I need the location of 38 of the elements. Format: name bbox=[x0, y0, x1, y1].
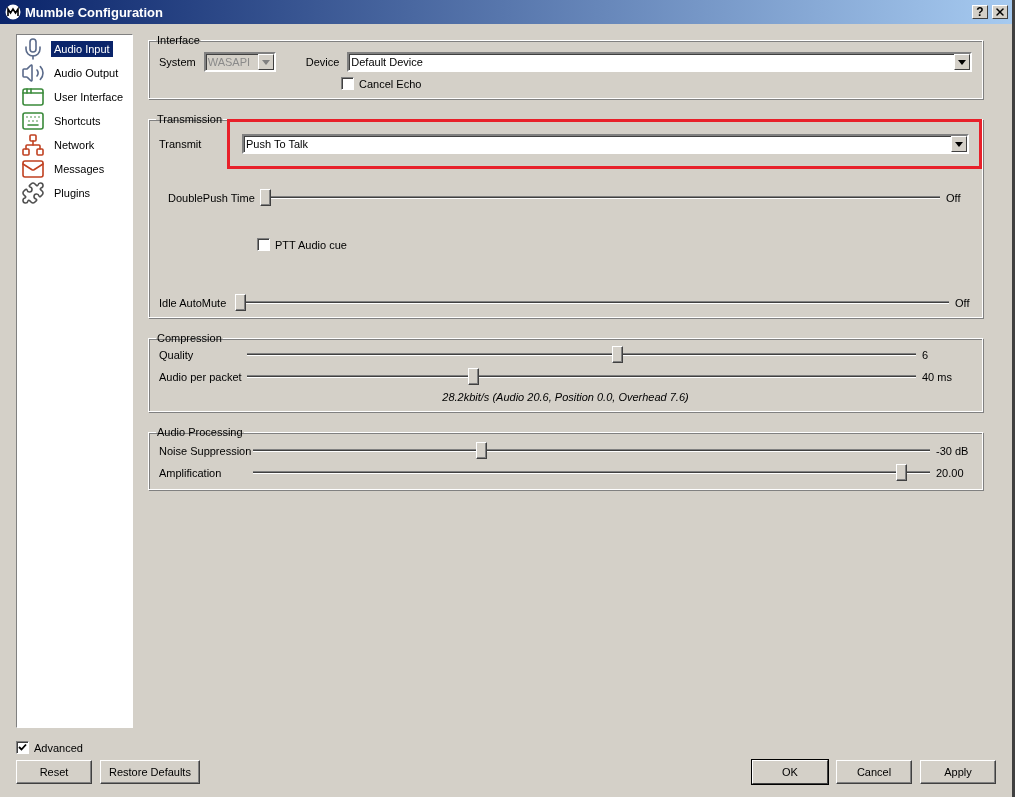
dialog-button[interactable]: Cancel bbox=[836, 760, 912, 784]
bitrate-text: 28.2kbit/s (Audio 20.6, Position 0.0, Overhead 7.6) bbox=[441, 391, 690, 403]
checkbox-label: Advanced bbox=[34, 741, 83, 754]
dropdown[interactable]: Push To Talk bbox=[242, 134, 969, 154]
slider-value: 20.00 bbox=[936, 466, 965, 479]
slider-value: 40 ms bbox=[922, 370, 953, 383]
dialog-button[interactable]: Apply bbox=[920, 760, 996, 784]
checkbox-label: PTT Audio cue bbox=[275, 238, 347, 251]
dropdown[interactable]: Default Device bbox=[347, 52, 972, 72]
sidebar-item[interactable]: Audio Input bbox=[51, 41, 113, 57]
dialog-button[interactable]: Restore Defaults bbox=[100, 760, 200, 784]
sidebar-item[interactable]: Network bbox=[51, 137, 98, 153]
slider-value: -30 dB bbox=[936, 444, 970, 457]
slider-label: Idle AutoMute bbox=[159, 296, 228, 309]
dialog-button[interactable]: OK bbox=[752, 760, 828, 784]
slider-value: Off bbox=[946, 191, 962, 204]
sidebar-item[interactable]: Shortcuts bbox=[51, 113, 104, 129]
sidebar-item[interactable]: Plugins bbox=[51, 185, 94, 201]
checkbox-label: Cancel Echo bbox=[359, 77, 422, 90]
window-title: Mumble Configuration bbox=[25, 4, 164, 20]
sidebar-item[interactable]: Audio Output bbox=[51, 65, 122, 81]
field-label: Transmit bbox=[159, 138, 203, 150]
group-title: Interface bbox=[156, 34, 201, 46]
slider-label: Quality bbox=[159, 348, 195, 361]
field-label: System bbox=[159, 56, 196, 68]
slider-value: 6 bbox=[922, 348, 930, 361]
slider-label: Audio per packet bbox=[159, 370, 241, 383]
sidebar-item[interactable]: User Interface bbox=[51, 89, 127, 105]
slider-value: Off bbox=[955, 296, 971, 309]
slider-label: DoublePush Time bbox=[168, 191, 254, 204]
help-button[interactable]: ? bbox=[972, 5, 988, 19]
slider-label: Amplification bbox=[159, 466, 223, 479]
field-label: Device bbox=[305, 56, 340, 68]
dialog-button[interactable]: Reset bbox=[16, 760, 92, 784]
group-title: Audio Processing bbox=[156, 426, 244, 438]
group-title: Transmission bbox=[156, 113, 223, 125]
sidebar-item[interactable]: Messages bbox=[51, 161, 108, 177]
group-title: Compression bbox=[156, 332, 223, 344]
